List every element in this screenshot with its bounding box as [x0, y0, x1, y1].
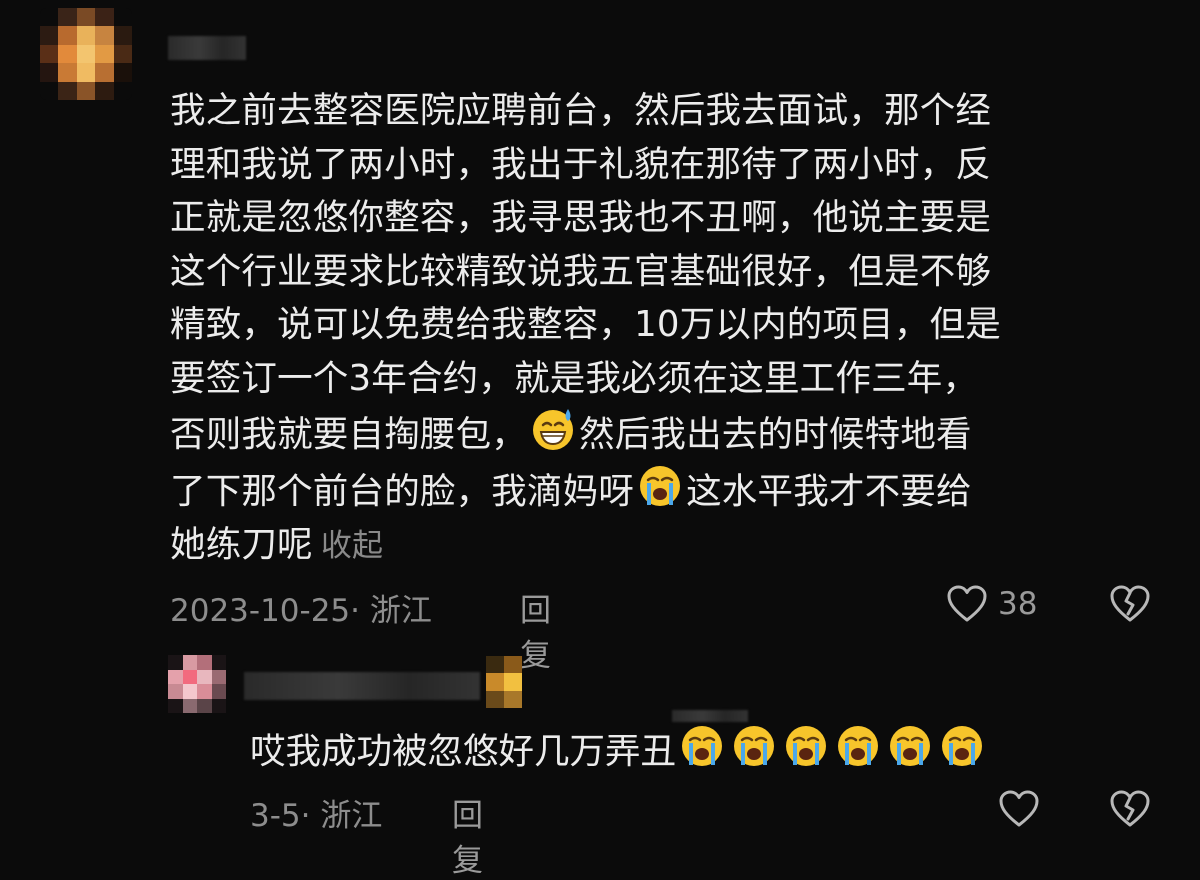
comment-line-text: 了下那个前台的脸，我滴妈呀: [170, 470, 635, 512]
dislike-button[interactable]: [1109, 789, 1151, 833]
date-location: 2023-10-25· 浙江: [170, 593, 432, 629]
reply-button[interactable]: 回复: [452, 790, 483, 880]
date-location: 3-5· 浙江: [250, 798, 383, 834]
replier-avatar[interactable]: [168, 655, 226, 713]
loudly-crying-emoji: [682, 726, 723, 766]
commenter-avatar[interactable]: [40, 8, 132, 100]
broken-heart-icon: [1110, 790, 1150, 827]
comment-line: 正就是忽悠你整容，我寻思我也不丑啊，他说主要是: [170, 197, 992, 238]
comment-line: 理和我说了两小时，我出于礼貌在那待了两小时，反: [170, 143, 992, 185]
comment-line: 我之前去整容医院应聘前台，然后我去面试，那个经: [170, 90, 992, 131]
loudly-crying-emoji: [942, 726, 983, 766]
loudly-crying-emoji: [640, 465, 681, 506]
loudly-crying-emoji: [786, 726, 827, 766]
comment-line-text: 然后我出去的时候特地看: [579, 414, 972, 455]
dislike-button[interactable]: [1109, 584, 1151, 628]
comment-line-text: 这水平我才不要给: [686, 470, 972, 512]
broken-heart-icon: [1110, 585, 1150, 622]
like-button[interactable]: 38: [946, 584, 1037, 624]
username-blurred[interactable]: [168, 36, 246, 60]
like-count: 38: [998, 586, 1038, 622]
loudly-crying-emoji: [734, 726, 775, 766]
username-blurred[interactable]: [244, 672, 480, 700]
comment-line: 她练刀呢 收起: [170, 518, 1160, 574]
grinning-sweat-emoji: [533, 409, 574, 450]
comment-line: 了下那个前台的脸，我滴妈呀 这水平我才不要给: [170, 462, 1160, 519]
collapse-button[interactable]: 收起: [321, 528, 383, 564]
comment-line: 精致，说可以免费给我整容，10万以内的项目，但是: [170, 304, 1001, 345]
comment-line: 这个行业要求比较精致说我五官基础很好，但是不够: [170, 250, 992, 292]
badge-blurred: [486, 656, 522, 708]
comment-line: 要签订一个3年合约，就是我必须在这里工作三年，: [170, 357, 979, 399]
comment-line: 否则我就要自掏腰包， 然后我出去的时候特地看: [170, 405, 1160, 462]
comment-line-text: 否则我就要自掏腰包，: [170, 414, 528, 455]
loudly-crying-emoji: [890, 726, 931, 766]
heart-outline-icon: [947, 585, 987, 622]
reply-body: 哎我成功被忽悠好几万弄丑: [250, 722, 988, 778]
username-blurred-tail: [672, 710, 748, 722]
heart-outline-icon: [999, 790, 1039, 827]
reply-button[interactable]: 回复: [520, 585, 551, 675]
loudly-crying-emoji: [838, 726, 879, 766]
comment-body: 我之前去整容医院应聘前台，然后我去面试，那个经 理和我说了两小时，我出于礼貌在那…: [170, 84, 1160, 574]
reply-emojis: [676, 726, 988, 772]
comment-line-text: 她练刀呢: [170, 524, 313, 565]
like-button[interactable]: [998, 789, 1040, 829]
reply-text: 哎我成功被忽悠好几万弄丑: [250, 731, 677, 772]
